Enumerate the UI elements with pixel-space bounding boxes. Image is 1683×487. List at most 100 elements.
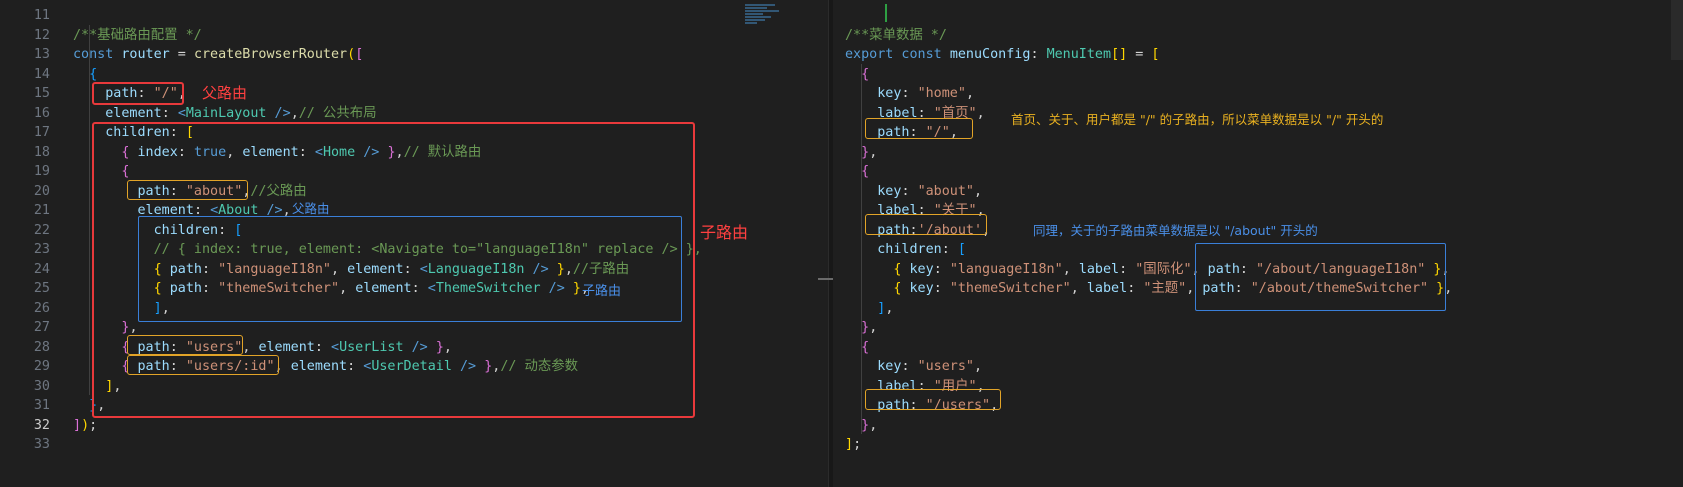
line-number[interactable]: 12 [0,25,50,46]
line-number[interactable]: 13 [0,44,50,65]
code-token: { [861,339,870,355]
parent-route-label: 父路由 [202,84,248,102]
code-line[interactable]: element: <MainLayout />,// 公共布局 [73,103,377,124]
code-token: createBrowserRouter [193,47,348,62]
code-token: element [105,105,162,121]
line-number[interactable]: 29 [0,356,50,377]
code-token: : [933,261,950,277]
code-token: , [974,183,983,199]
code-token: [] [1111,47,1128,62]
code-line[interactable]: ], [845,298,893,319]
line-number[interactable]: 16 [0,103,50,124]
line-number[interactable]: 20 [0,181,50,202]
code-token: "themeSwitcher" [949,281,1071,296]
line-number[interactable]: 18 [0,142,50,163]
minimap[interactable] [745,4,785,44]
line-number[interactable]: 11 [0,5,50,26]
code-token: export const [845,47,950,62]
highlight-about-children [138,216,682,322]
code-token: : [941,242,958,257]
code-line[interactable]: key: "home", [845,83,974,104]
split-sash-handle[interactable] [818,278,834,280]
code-token: : [1119,261,1136,277]
code-line[interactable]: { [845,161,869,182]
highlight-about-children-paths [1195,243,1446,311]
code-token: ; [853,437,862,452]
code-token: [ [957,242,966,257]
left-editor-pane[interactable]: 11 12 /**基础路由配置 */ 13 const router = createB… [0,0,833,487]
code-line[interactable]: { [845,64,869,85]
line-number[interactable]: 15 [0,83,50,104]
code-token: : [901,183,918,199]
line-number[interactable]: 22 [0,220,50,241]
code-token: , [290,105,299,121]
line-number[interactable]: 25 [0,278,50,299]
code-token: } [861,144,870,160]
code-line[interactable]: /**菜单数据 */ [845,25,947,46]
code-line[interactable]: }, [845,317,877,338]
code-token: , [869,144,878,160]
line-number[interactable]: 31 [0,395,50,416]
line-number[interactable]: 27 [0,317,50,338]
right-editor-pane[interactable]: 23/**菜单数据 */4export const menuConfig: Me… [833,0,1683,487]
scrollbar[interactable] [1671,0,1683,60]
code-line[interactable]: { [845,337,869,358]
code-token: : [933,281,950,296]
code-token: : [901,86,918,101]
code-token: , [976,105,985,121]
code-token: [ [355,47,364,62]
code-token: [ [1151,47,1160,62]
code-token: key [909,261,934,277]
line-number[interactable]: 28 [0,337,50,358]
menu-note-about: 同理，关于的子路由菜单数据是以 "/about" 开头的 [1033,223,1318,238]
code-token: "home" [917,86,966,101]
code-token: router [121,47,170,62]
code-token: , [885,300,894,316]
line-number[interactable]: 21 [0,200,50,221]
child-route-label: 子路由 [700,223,749,242]
code-token: , [1070,281,1087,296]
code-token: , [1062,261,1079,277]
line-number[interactable]: 33 [0,434,50,455]
code-line[interactable]: key: "about", [845,181,982,202]
code-line[interactable]: }, [845,142,877,163]
code-line[interactable]: export const menuConfig: MenuItem[] = [ [845,44,1159,65]
code-token: /**菜单数据 */ [845,27,947,43]
highlight-parent-path [92,82,184,105]
child-route-label-small: 子路由 [582,284,622,299]
line-number[interactable]: 23 [0,239,50,260]
code-token: // 公共布局 [298,105,377,121]
code-line[interactable]: key: "users", [845,356,982,377]
code-token: "users" [917,359,974,374]
code-token: ( [347,47,356,62]
code-token: key [909,281,934,296]
line-number[interactable]: 32 [0,415,50,436]
code-token: , [965,86,974,101]
line-number[interactable]: 14 [0,64,50,85]
code-token: , [869,320,878,335]
line-number[interactable]: 19 [0,161,50,182]
code-token: key [877,183,902,199]
code-token: { [861,66,870,82]
line-number[interactable]: 30 [0,376,50,397]
code-token: /**基础路由配置 */ [73,27,202,43]
code-token: "国际化" [1135,261,1192,277]
line-number[interactable]: 17 [0,122,50,143]
code-token: } [861,417,870,433]
code-line[interactable]: /**基础路由配置 */ [73,25,202,46]
code-line[interactable]: ]; [845,434,861,455]
code-line[interactable]: }, [845,415,877,436]
menu-note-root: 首页、关于、用户都是 "/" 的子路由，所以菜单数据是以 "/" 开头的 [1011,112,1384,127]
line-number[interactable]: 24 [0,259,50,280]
code-token: } [861,320,870,335]
code-line[interactable]: children: [ [845,239,966,260]
code-line[interactable]: const router = createBrowserRouter([ [73,44,363,65]
line-number[interactable]: 26 [0,298,50,319]
